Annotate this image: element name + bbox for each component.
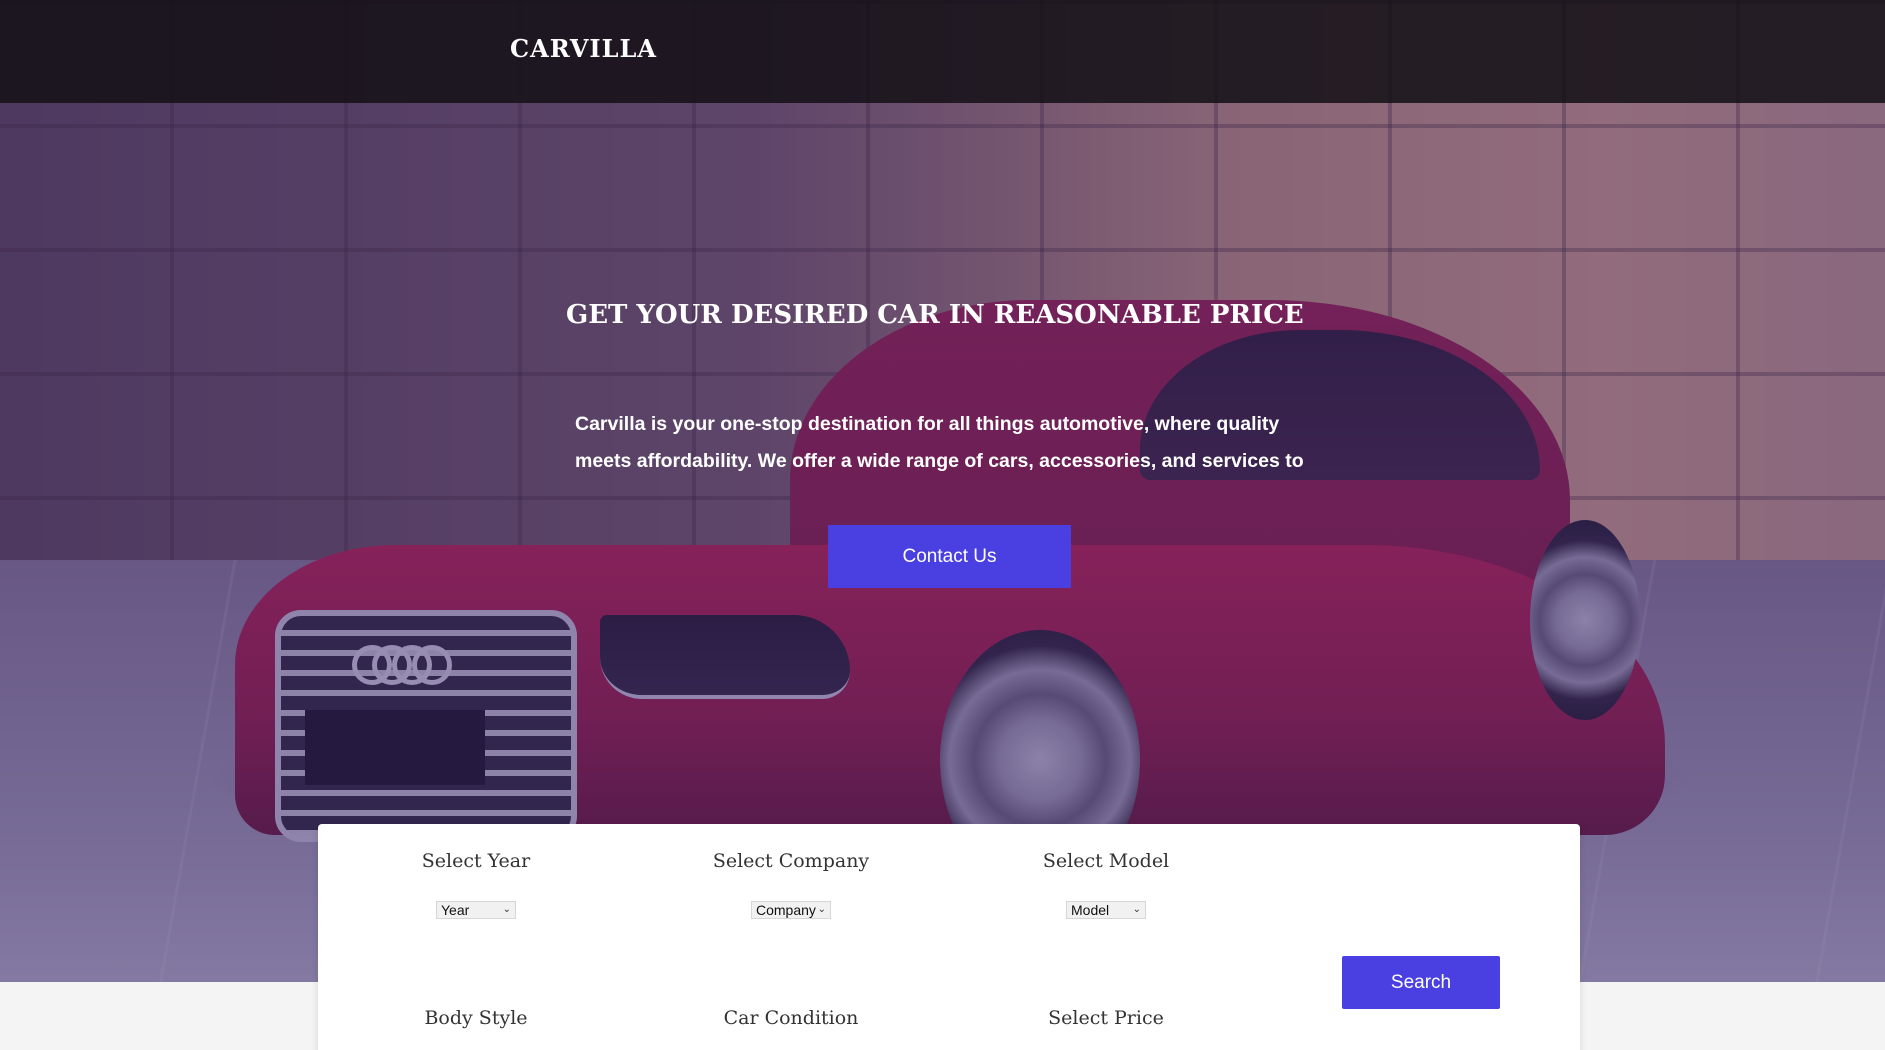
contact-us-button[interactable]: Contact Us: [828, 525, 1071, 588]
top-navbar: CARVILLA: [0, 0, 1885, 103]
hero-intro-text: Carvilla is your one-stop destination fo…: [575, 413, 1304, 472]
brand-logo[interactable]: CARVILLA: [510, 34, 657, 63]
model-select[interactable]: Model ⌄: [1066, 901, 1146, 919]
year-label: Select Year: [421, 850, 531, 872]
chevron-down-icon: ⌄: [502, 904, 511, 915]
price-label: Select Price: [1048, 1007, 1164, 1029]
company-field: Select Company Company ⌄: [661, 850, 921, 924]
year-select-value: Year: [441, 902, 470, 918]
car-search-panel: Select Year Year ⌄ Select Company Compan…: [318, 824, 1580, 1050]
page: CARVILLA GET YOUR DESIRED CAR IN REASONA…: [0, 0, 1885, 1050]
chevron-down-icon: ⌄: [1132, 904, 1141, 915]
company-label: Select Company: [712, 850, 870, 872]
year-select[interactable]: Year ⌄: [436, 901, 516, 919]
chevron-down-icon: ⌄: [817, 904, 826, 915]
search-button[interactable]: Search: [1342, 956, 1500, 1009]
car-condition-label: Car Condition: [723, 1007, 859, 1029]
hero-headline: GET YOUR DESIRED CAR IN REASONABLE PRICE: [566, 300, 1304, 330]
price-field: Select Price: [976, 1007, 1236, 1029]
body-style-field: Body Style: [346, 1007, 606, 1029]
model-select-value: Model: [1071, 902, 1110, 918]
body-style-label: Body Style: [424, 1007, 528, 1029]
company-select[interactable]: Company ⌄: [751, 901, 831, 919]
car-condition-field: Car Condition: [661, 1007, 921, 1029]
model-label: Select Model: [1042, 850, 1170, 872]
model-field: Select Model Model ⌄: [976, 850, 1236, 924]
company-select-value: Company: [756, 902, 816, 918]
year-field: Select Year Year ⌄: [346, 850, 606, 924]
